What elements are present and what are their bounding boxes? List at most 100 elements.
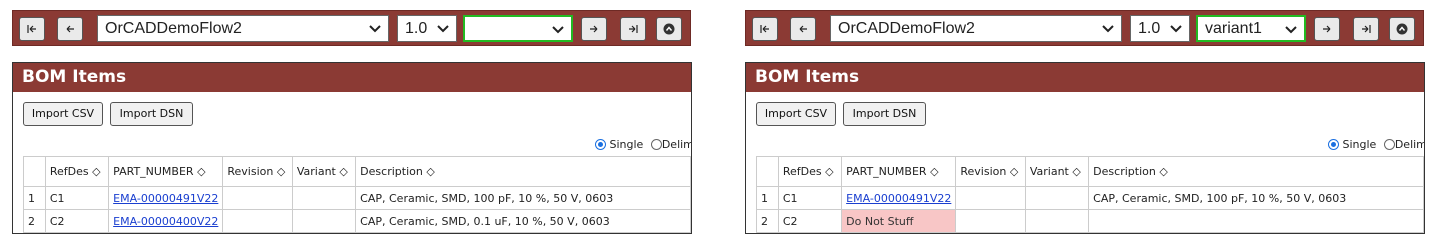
import-dsn-button[interactable]: Import DSN <box>843 102 926 126</box>
bom-title: BOM Items <box>746 63 1424 92</box>
bom-items-section: BOM Items Import CSV Import DSN Single D… <box>12 62 692 234</box>
description-column-header[interactable]: Description ◇ <box>1088 156 1424 187</box>
bom-table: RefDes ◇ PART_NUMBER ◇ Revision ◇ Variant ◇… <box>756 156 1424 233</box>
row-number-column-cell: 1 <box>756 186 779 210</box>
refdes-column-cell: C1 <box>777 186 843 210</box>
chevron-down-icon <box>437 25 449 33</box>
single-radio[interactable] <box>1328 139 1339 150</box>
import-csv-button[interactable]: Import CSV <box>23 102 103 126</box>
row-number-column-header <box>756 156 779 187</box>
chevron-down-icon <box>1170 25 1182 33</box>
part-number-link[interactable]: EMA-00000491V22 <box>846 192 951 205</box>
part-number-column-cell: EMA-00000491V22 <box>841 186 957 210</box>
table-header-row: RefDes ◇ PART_NUMBER ◇ Revision ◇ Variant ◇… <box>23 156 691 187</box>
revision-column-cell <box>955 209 1026 233</box>
bom-title: BOM Items <box>13 63 691 92</box>
first-page-button[interactable] <box>19 17 45 41</box>
revision-column-header[interactable]: Revision ◇ <box>222 156 293 187</box>
part-number-column-cell: EMA-00000400V22 <box>108 209 224 233</box>
revision-column-cell <box>222 186 293 210</box>
next-button[interactable] <box>581 17 607 41</box>
first-page-icon <box>760 25 769 33</box>
table-row[interactable]: 2 C2 EMA-00000400V22 CAP, Ceramic, SMD, 0.1… <box>23 209 691 233</box>
last-page-icon <box>1362 25 1371 33</box>
table-body: 1 C1 EMA-00000491V22 CAP, Ceramic, SMD, 100… <box>23 186 691 233</box>
delim-radio-label: Delim <box>661 138 692 151</box>
revision-column-cell <box>955 186 1026 210</box>
version-select-value: 1.0 <box>1138 20 1161 37</box>
bom-table: RefDes ◇ PART_NUMBER ◇ Revision ◇ Variant ◇… <box>23 156 691 233</box>
variant-column-cell <box>291 186 357 210</box>
chevron-down-icon <box>1285 26 1297 34</box>
table-header-row: RefDes ◇ PART_NUMBER ◇ Revision ◇ Variant ◇… <box>756 156 1424 187</box>
variant-column-cell <box>291 209 357 233</box>
arrow-left-icon <box>799 25 807 33</box>
previous-button[interactable] <box>790 17 816 41</box>
table-body: 1 C1 EMA-00000491V22 CAP, Ceramic, SMD, 100… <box>756 186 1424 233</box>
variant-column-header[interactable]: Variant ◇ <box>1024 156 1090 187</box>
variant-select[interactable] <box>463 15 573 42</box>
variant-column-header[interactable]: Variant ◇ <box>291 156 357 187</box>
format-radio-group: Single Delim <box>1328 138 1425 151</box>
refdes-column-cell: C1 <box>44 186 110 210</box>
single-radio-label: Single <box>609 138 644 151</box>
variant-select-value: variant1 <box>1205 20 1262 37</box>
revision-column-cell <box>222 209 293 233</box>
part-number-column-header[interactable]: PART_NUMBER ◇ <box>841 156 957 187</box>
last-page-button[interactable] <box>1353 17 1379 41</box>
arrow-right-icon <box>1323 25 1331 33</box>
stop-button[interactable] <box>1389 17 1415 41</box>
revision-column-header[interactable]: Revision ◇ <box>955 156 1026 187</box>
part-number-column-header[interactable]: PART_NUMBER ◇ <box>108 156 224 187</box>
import-dsn-button[interactable]: Import DSN <box>110 102 193 126</box>
delim-radio-label: Delim <box>1394 138 1425 151</box>
design-select[interactable]: OrCADDemoFlow2 <box>97 15 389 42</box>
arrow-right-icon <box>590 25 598 33</box>
bom-items-section: BOM Items Import CSV Import DSN Single D… <box>745 62 1425 234</box>
toolbar: OrCADDemoFlow2 1.0 variant1 <box>745 10 1424 46</box>
row-number-column-cell: 1 <box>23 186 46 210</box>
part-number-link[interactable]: EMA-00000491V22 <box>113 192 218 205</box>
part-number-column-cell: EMA-00000491V22 <box>108 186 224 210</box>
design-select[interactable]: OrCADDemoFlow2 <box>830 15 1122 42</box>
do-not-stuff-cell: Do Not Stuff <box>841 209 957 233</box>
previous-button[interactable] <box>57 17 83 41</box>
description-column-cell: CAP, Ceramic, SMD, 100 pF, 10 %, 50 V, 0… <box>355 186 691 210</box>
version-select[interactable]: 1.0 <box>1130 15 1190 42</box>
refdes-column-header[interactable]: RefDes ◇ <box>777 156 843 187</box>
chevron-down-icon <box>369 25 381 33</box>
variant-column-cell <box>1024 186 1090 210</box>
table-row[interactable]: 1 C1 EMA-00000491V22 CAP, Ceramic, SMD, 100… <box>23 186 691 210</box>
single-radio-label: Single <box>1342 138 1377 151</box>
delim-radio[interactable] <box>650 139 662 150</box>
arrow-left-icon <box>66 25 74 33</box>
single-radio[interactable] <box>595 139 606 150</box>
refdes-column-cell: C2 <box>777 209 843 233</box>
stop-circle-icon <box>663 23 675 35</box>
stop-button[interactable] <box>656 17 682 41</box>
refdes-column-header[interactable]: RefDes ◇ <box>44 156 110 187</box>
refdes-column-cell: C2 <box>44 209 110 233</box>
bom-panel: OrCADDemoFlow2 1.0 BOM Items Import CSV … <box>0 0 692 245</box>
part-number-link[interactable]: EMA-00000400V22 <box>113 215 218 228</box>
last-page-button[interactable] <box>620 17 646 41</box>
first-page-button[interactable] <box>752 17 778 41</box>
table-row[interactable]: 1 C1 EMA-00000491V22 CAP, Ceramic, SMD, 100… <box>756 186 1424 210</box>
description-column-header[interactable]: Description ◇ <box>355 156 691 187</box>
stop-circle-icon <box>1396 23 1408 35</box>
chevron-down-icon <box>552 26 564 34</box>
delim-radio[interactable] <box>1383 139 1395 150</box>
table-row[interactable]: 2 C2 Do Not Stuff <box>756 209 1424 233</box>
version-select[interactable]: 1.0 <box>397 15 457 42</box>
format-radio-group: Single Delim <box>595 138 692 151</box>
toolbar: OrCADDemoFlow2 1.0 <box>12 10 691 46</box>
description-column-cell <box>1088 209 1424 233</box>
import-csv-button[interactable]: Import CSV <box>756 102 836 126</box>
variant-column-cell <box>1024 209 1090 233</box>
row-number-column-header <box>23 156 46 187</box>
next-button[interactable] <box>1314 17 1340 41</box>
variant-select[interactable]: variant1 <box>1196 15 1306 42</box>
description-column-cell: CAP, Ceramic, SMD, 100 pF, 10 %, 50 V, 0… <box>1088 186 1424 210</box>
first-page-icon <box>27 25 36 33</box>
design-select-value: OrCADDemoFlow2 <box>838 20 975 37</box>
